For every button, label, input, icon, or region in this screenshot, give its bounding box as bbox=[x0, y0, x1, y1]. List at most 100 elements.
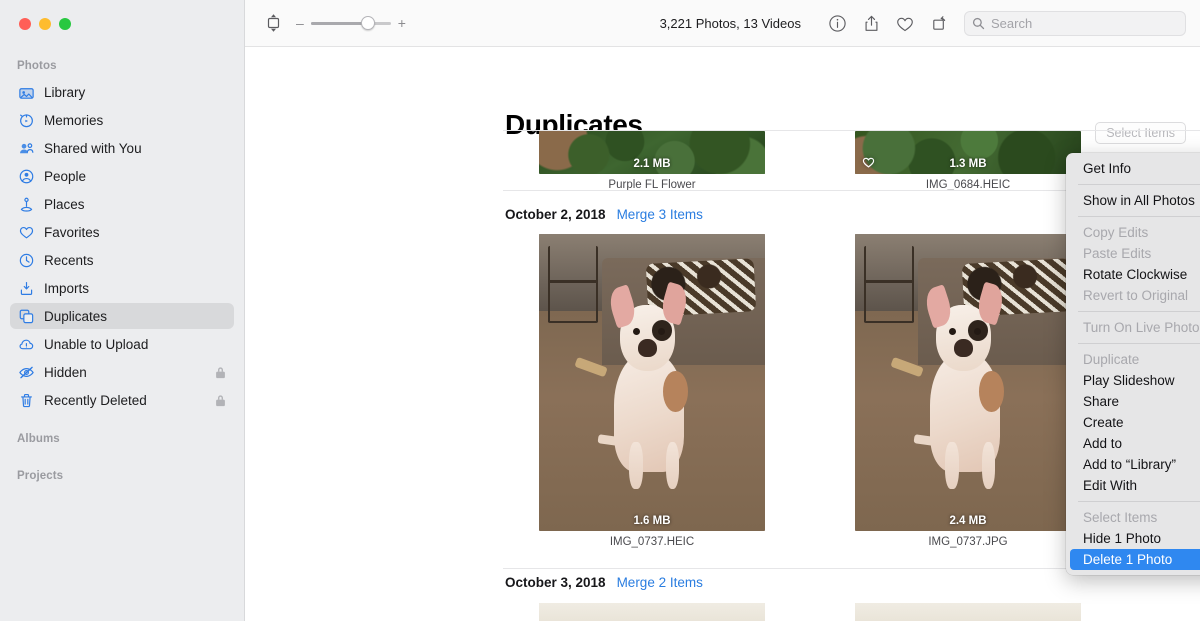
menu-item-edit-with[interactable]: Edit With bbox=[1070, 475, 1200, 496]
merge-items-link[interactable]: Merge 3 Items bbox=[617, 207, 703, 222]
sidebar-item-hidden[interactable]: Hidden bbox=[10, 359, 234, 385]
menu-item-share[interactable]: Share bbox=[1070, 391, 1200, 412]
date-label: October 3, 2018 bbox=[505, 575, 606, 590]
photo-tile[interactable]: 1.3 MB IMG_0684.HEIC bbox=[855, 131, 1081, 191]
menu-item-label: Add to bbox=[1083, 436, 1123, 451]
photo-tile[interactable]: 2.4 MB IMG_0737.JPG bbox=[855, 234, 1081, 548]
sidebar-section-title-projects: Projects bbox=[17, 470, 64, 482]
photo-tile[interactable]: 1.6 MB IMG_0737.HEIC bbox=[539, 234, 765, 548]
menu-item-label: Hide 1 Photo bbox=[1083, 531, 1162, 546]
menu-item-label: Add to “Library” bbox=[1083, 457, 1177, 472]
menu-separator bbox=[1078, 311, 1200, 312]
menu-item-copy-edits: Copy Edits bbox=[1070, 222, 1200, 243]
photo-thumbnail[interactable]: 2.1 MB bbox=[539, 131, 765, 174]
search-box[interactable] bbox=[964, 11, 1186, 36]
rotate-icon[interactable] bbox=[922, 9, 956, 39]
photo-thumbnail[interactable] bbox=[855, 603, 1081, 621]
favorite-heart-icon[interactable] bbox=[888, 9, 922, 39]
zoom-slider-fill bbox=[310, 21, 369, 25]
photo-count-label: 3,221 Photos, 13 Videos bbox=[659, 16, 801, 31]
zoom-in-label[interactable]: + bbox=[398, 16, 406, 30]
photo-thumbnail[interactable]: 2.4 MB bbox=[855, 234, 1081, 531]
library-icon bbox=[17, 83, 36, 102]
sidebar-item-places[interactable]: Places bbox=[10, 191, 234, 217]
zoom-controls: – + bbox=[261, 11, 406, 35]
photo-caption: IMG_0737.HEIC bbox=[609, 536, 695, 548]
sidebar-item-library[interactable]: Library bbox=[10, 79, 234, 105]
menu-item-label: Select Items bbox=[1083, 510, 1158, 525]
photo-thumbnail[interactable] bbox=[539, 603, 765, 621]
menu-item-label: Edit With bbox=[1083, 478, 1138, 493]
menu-item-show-in-all-photos[interactable]: Show in All Photos bbox=[1070, 190, 1200, 211]
menu-item-paste-edits: Paste Edits bbox=[1070, 243, 1200, 264]
main-area: – + 3,221 Photos, 13 Videos Search Dupli… bbox=[245, 0, 1200, 621]
zoom-slider-knob[interactable] bbox=[361, 16, 376, 30]
share-icon[interactable] bbox=[854, 9, 888, 39]
window-controls bbox=[19, 18, 71, 30]
zoom-slider-track[interactable] bbox=[310, 16, 391, 30]
maximize-window-button[interactable] bbox=[59, 18, 71, 30]
sidebar-item-unable-to-upload[interactable]: Unable to Upload bbox=[10, 331, 234, 357]
places-pin-icon bbox=[17, 195, 36, 214]
cloud-warning-icon bbox=[17, 335, 36, 354]
menu-item-delete-1-photo[interactable]: Delete 1 Photo bbox=[1070, 549, 1200, 570]
menu-item-get-info[interactable]: Get Info bbox=[1070, 158, 1200, 179]
menu-item-label: Create bbox=[1083, 415, 1124, 430]
zoom-out-label[interactable]: – bbox=[296, 16, 304, 30]
close-window-button[interactable] bbox=[19, 18, 31, 30]
photo-image bbox=[855, 603, 1081, 621]
photo-size-label: 1.6 MB bbox=[633, 515, 671, 527]
trash-icon bbox=[17, 391, 36, 410]
photo-tile[interactable] bbox=[855, 603, 1081, 621]
menu-item-turn-on-live-photo: Turn On Live Photo bbox=[1070, 317, 1200, 338]
menu-separator bbox=[1078, 184, 1200, 185]
menu-item-hide-1-photo[interactable]: Hide 1 Photo bbox=[1070, 528, 1200, 549]
sidebar-item-duplicates[interactable]: Duplicates bbox=[10, 303, 234, 329]
merge-items-link[interactable]: Merge 2 Items bbox=[617, 575, 703, 590]
context-menu: Get Info Show in All Photos Copy Edits Past… bbox=[1066, 153, 1200, 575]
sidebar-item-recently-deleted[interactable]: Recently Deleted bbox=[10, 387, 234, 413]
sidebar-item-memories[interactable]: Memories bbox=[10, 107, 234, 133]
menu-item-label: Get Info bbox=[1083, 161, 1132, 176]
menu-item-add-to-library[interactable]: Add to “Library” bbox=[1070, 454, 1200, 475]
photos-app-window: Photos Library Memories Shared with You Peop… bbox=[0, 0, 1200, 621]
menu-item-duplicate: Duplicate bbox=[1070, 349, 1200, 370]
search-icon bbox=[972, 17, 985, 30]
photo-tile[interactable] bbox=[539, 603, 765, 621]
sidebar-item-label: Duplicates bbox=[44, 308, 108, 324]
menu-item-rotate-clockwise[interactable]: Rotate Clockwise bbox=[1070, 264, 1200, 285]
heart-icon bbox=[17, 223, 36, 242]
sidebar-item-shared-with-you[interactable]: Shared with You bbox=[10, 135, 234, 161]
toolbar-right-group: 3,221 Photos, 13 Videos bbox=[660, 0, 1186, 47]
sidebar-item-people[interactable]: People bbox=[10, 163, 234, 189]
menu-separator bbox=[1078, 501, 1200, 502]
zoom-slider[interactable]: – + bbox=[296, 16, 406, 30]
menu-item-label: Rotate Clockwise bbox=[1083, 267, 1188, 282]
minimize-window-button[interactable] bbox=[39, 18, 51, 30]
menu-item-create[interactable]: Create bbox=[1070, 412, 1200, 433]
info-circle-icon[interactable] bbox=[820, 9, 854, 39]
clock-icon bbox=[17, 251, 36, 270]
sidebar-item-recents[interactable]: Recents bbox=[10, 247, 234, 273]
menu-item-label: Revert to Original bbox=[1083, 288, 1189, 303]
aspect-ratio-icon[interactable] bbox=[261, 11, 285, 35]
sidebar-item-label: Recents bbox=[44, 252, 94, 268]
menu-item-label: Turn On Live Photo bbox=[1083, 320, 1200, 335]
sidebar-item-imports[interactable]: Imports bbox=[10, 275, 234, 301]
sidebar-item-label: Recently Deleted bbox=[44, 392, 147, 408]
photo-size-label: 2.1 MB bbox=[633, 158, 671, 170]
select-items-button[interactable]: Select Items bbox=[1095, 122, 1186, 144]
photo-tile[interactable]: 2.1 MB Purple FL Flower bbox=[539, 131, 765, 191]
sidebar-item-label: People bbox=[44, 168, 87, 184]
photo-thumbnail[interactable]: 1.6 MB bbox=[539, 234, 765, 531]
menu-item-play-slideshow[interactable]: Play Slideshow bbox=[1070, 370, 1200, 391]
search-input[interactable] bbox=[991, 16, 1178, 31]
menu-item-label: Copy Edits bbox=[1083, 225, 1149, 240]
photo-thumbnail[interactable]: 1.3 MB bbox=[855, 131, 1081, 174]
sidebar-item-label: Imports bbox=[44, 280, 90, 296]
menu-item-add-to[interactable]: Add to bbox=[1070, 433, 1200, 454]
sidebar-item-favorites[interactable]: Favorites bbox=[10, 219, 234, 245]
menu-separator bbox=[1078, 343, 1200, 344]
